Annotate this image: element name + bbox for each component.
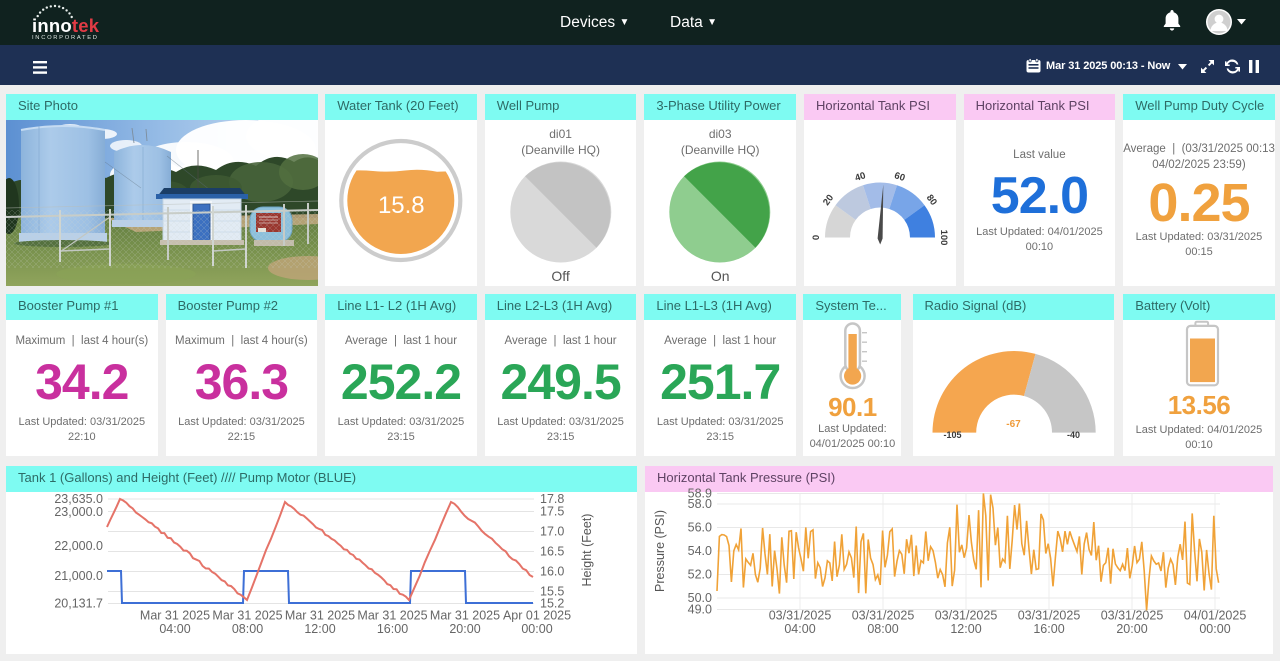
svg-text:Pressure (PSI): Pressure (PSI) bbox=[653, 510, 667, 592]
svg-text:15.8: 15.8 bbox=[378, 192, 425, 219]
svg-text:03/31/2025: 03/31/2025 bbox=[935, 609, 998, 623]
svg-text:12:00: 12:00 bbox=[304, 622, 335, 636]
svg-text:17.0: 17.0 bbox=[540, 525, 564, 539]
svg-text:58.0: 58.0 bbox=[688, 497, 712, 511]
svg-text:08:00: 08:00 bbox=[867, 622, 898, 636]
svg-text:52.0: 52.0 bbox=[688, 568, 712, 582]
svg-text:Mar 31 2025: Mar 31 2025 bbox=[212, 609, 282, 623]
svg-text:21,000.0: 21,000.0 bbox=[54, 569, 103, 583]
svg-text:80: 80 bbox=[924, 193, 939, 208]
svg-text:12:00: 12:00 bbox=[950, 622, 981, 636]
svg-text:0: 0 bbox=[811, 235, 822, 240]
svg-text:16.0: 16.0 bbox=[540, 565, 564, 579]
svg-text:20:00: 20:00 bbox=[449, 622, 480, 636]
svg-text:23,635.0: 23,635.0 bbox=[54, 492, 103, 506]
svg-text:Mar 31 2025: Mar 31 2025 bbox=[285, 609, 355, 623]
svg-text:56.0: 56.0 bbox=[688, 521, 712, 535]
svg-text:40: 40 bbox=[854, 170, 867, 184]
svg-text:54.0: 54.0 bbox=[688, 544, 712, 558]
svg-text:Mar 31 2025: Mar 31 2025 bbox=[357, 609, 427, 623]
svg-text:00:00: 00:00 bbox=[1199, 622, 1230, 636]
svg-text:00:00: 00:00 bbox=[521, 622, 552, 636]
svg-text:16:00: 16:00 bbox=[377, 622, 408, 636]
svg-text:-40: -40 bbox=[1066, 430, 1079, 440]
svg-text:20: 20 bbox=[821, 193, 836, 208]
svg-text:03/31/2025: 03/31/2025 bbox=[1101, 609, 1164, 623]
svg-text:17.5: 17.5 bbox=[540, 505, 564, 519]
svg-text:INCORPORATED: INCORPORATED bbox=[32, 35, 99, 41]
svg-text:Mar 31 2025: Mar 31 2025 bbox=[430, 609, 500, 623]
svg-text:Mar 31 2025: Mar 31 2025 bbox=[140, 609, 210, 623]
svg-text:49.0: 49.0 bbox=[688, 603, 712, 617]
svg-text:08:00: 08:00 bbox=[232, 622, 263, 636]
svg-text:22,000.0: 22,000.0 bbox=[54, 539, 103, 553]
svg-text:20,131.7: 20,131.7 bbox=[54, 597, 103, 611]
svg-text:23,000.0: 23,000.0 bbox=[54, 505, 103, 519]
svg-text:60: 60 bbox=[893, 170, 906, 184]
svg-text:Height (Feet): Height (Feet) bbox=[580, 514, 594, 587]
svg-text:03/31/2025: 03/31/2025 bbox=[852, 609, 915, 623]
svg-text:100: 100 bbox=[938, 230, 949, 246]
svg-text:-67: -67 bbox=[1006, 419, 1021, 430]
svg-text:03/31/2025: 03/31/2025 bbox=[1018, 609, 1081, 623]
svg-text:16.5: 16.5 bbox=[540, 545, 564, 559]
svg-text:03/31/2025: 03/31/2025 bbox=[769, 609, 832, 623]
svg-text:20:00: 20:00 bbox=[1116, 622, 1147, 636]
svg-text:Apr 01 2025: Apr 01 2025 bbox=[503, 609, 571, 623]
svg-text:04/01/2025: 04/01/2025 bbox=[1184, 609, 1247, 623]
svg-text:04:00: 04:00 bbox=[159, 622, 190, 636]
svg-text:04:00: 04:00 bbox=[784, 622, 815, 636]
svg-text:-105: -105 bbox=[943, 430, 961, 440]
svg-text:innotek: innotek bbox=[32, 15, 100, 36]
svg-text:16:00: 16:00 bbox=[1033, 622, 1064, 636]
